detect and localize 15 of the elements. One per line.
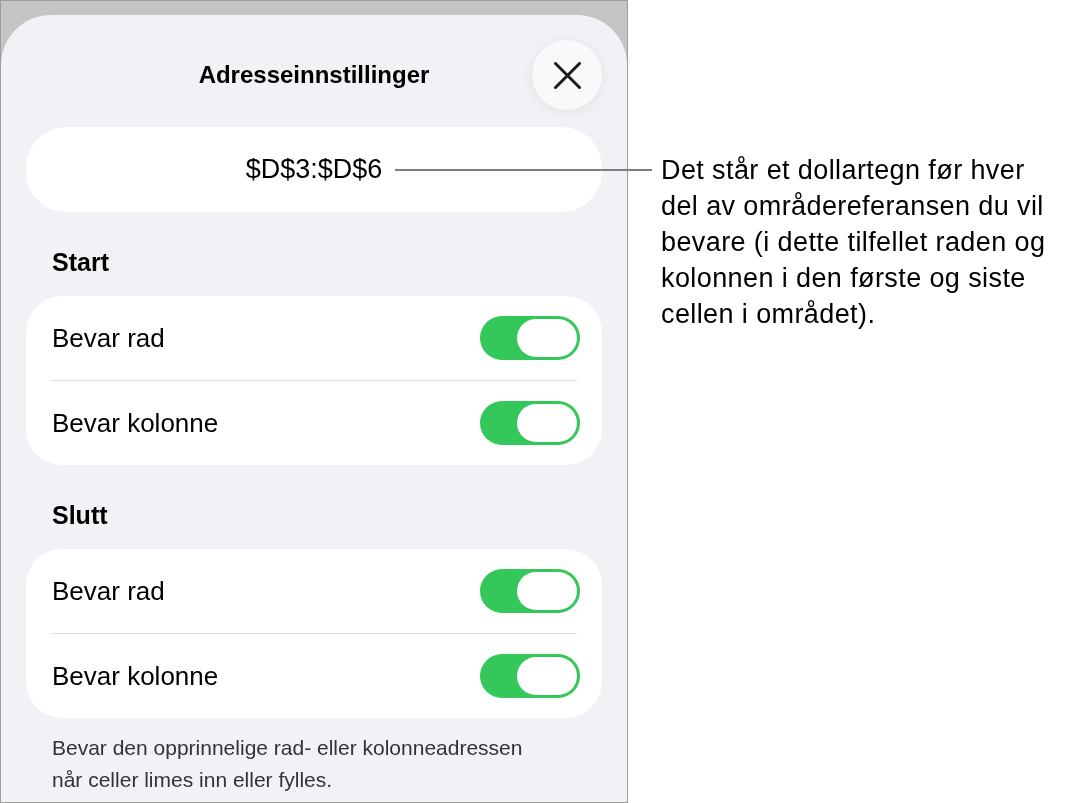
callout-text: Det står et dollartegn før hver del av områdereferansen du vil bevare (i dette tilfellet raden og kolonnen i den første og siste cellen i området). [661,154,1047,331]
toggle-switch[interactable] [480,654,580,698]
toggle-switch[interactable] [480,569,580,613]
row-label: Bevar kolonne [52,660,219,692]
row-label: Bevar kolonne [52,407,219,439]
toggle-switch[interactable] [480,316,580,360]
footnote-text: Bevar den opprinnelige rad- eller kolonneadressen når celler limes inn eller fylles. [52,735,524,793]
close-icon [553,61,581,89]
section-heading: Slutt [52,500,109,530]
section-heading: Start [52,247,110,277]
row-label: Bevar rad [52,575,165,607]
address-field: $D$3:$D$6 [26,127,602,212]
sheet-title: Adresseinnstillinger [197,60,431,90]
row-label: Bevar rad [52,322,165,354]
toggle-switch[interactable] [480,401,580,445]
